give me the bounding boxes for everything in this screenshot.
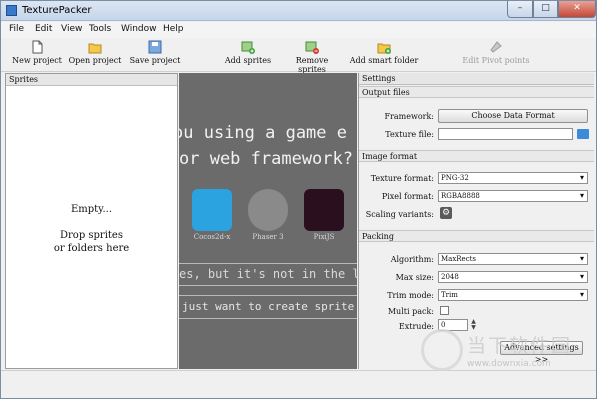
add-smart-folder-label: Add smart folder [349, 56, 419, 65]
edit-pivot-points-button[interactable]: Edit Pivot points [459, 40, 533, 65]
minimize-button[interactable]: – [507, 1, 533, 18]
edit-pivot-points-label: Edit Pivot points [462, 56, 530, 65]
close-button[interactable]: ✕ [558, 1, 596, 18]
texture-file-label: Texture file: [385, 130, 434, 139]
open-project-label: Open project [68, 56, 122, 65]
framework-label: Framework: [384, 112, 435, 121]
choose-data-format-button[interactable]: Choose Data Format [438, 109, 588, 123]
remove-sprites-button[interactable]: Remove sprites [281, 40, 343, 74]
promo-divider-bottom [179, 318, 357, 319]
pivot-points-icon [490, 41, 502, 53]
scaling-variants-label: Scaling variants: [365, 210, 434, 219]
framework-phaser-3-label: Phaser 3 [252, 233, 284, 241]
save-project-icon [148, 40, 162, 54]
menu-tools[interactable]: Tools [89, 24, 111, 34]
add-smart-folder-button[interactable]: Add smart folder [349, 40, 419, 65]
new-project-label: New project [12, 56, 62, 65]
add-smart-folder-icon [377, 43, 391, 54]
settings-panel: Settings Output files Framework: Choose … [358, 73, 594, 369]
output-files-section-title: Output files [359, 86, 594, 98]
multi-pack-label: Multi pack: [387, 307, 434, 316]
texture-format-select[interactable]: PNG-32 [438, 172, 588, 184]
watermark-logo: 当下软件园 www.downxia.com [421, 329, 591, 377]
open-project-button[interactable]: Open project [67, 40, 123, 65]
framework-cocos2d-x[interactable]: Cocos2d-x [191, 189, 233, 241]
save-project-label: Save project [129, 56, 181, 65]
new-project-icon [32, 40, 43, 54]
add-sprites-icon [241, 41, 255, 54]
texturepacker-app-icon [6, 5, 17, 16]
trim-mode-select[interactable]: Trim [438, 289, 588, 301]
watermark-url: www.downxia.com [467, 359, 551, 369]
max-size-select[interactable]: 2048 [438, 271, 588, 283]
window-title: TexturePacker [22, 5, 92, 16]
promo-line-2: or web framework? [179, 149, 353, 169]
menu-file[interactable]: File [9, 24, 24, 34]
cocos2d-x-logo-icon [192, 189, 232, 231]
title-bar: TexturePacker – □ ✕ [1, 1, 596, 21]
add-sprites-label: Add sprites [224, 56, 272, 65]
image-format-section-title: Image format [359, 150, 594, 162]
open-project-icon [88, 43, 102, 54]
framework-phaser-3[interactable]: Phaser 3 [247, 189, 289, 241]
folder-browse-icon[interactable] [577, 129, 589, 139]
promo-line-3: es, but it's not in the lis [179, 267, 357, 281]
promo-divider-middle [179, 285, 357, 286]
add-sprites-button[interactable]: Add sprites [221, 40, 275, 65]
texture-format-label: Texture format: [370, 174, 434, 183]
menu-edit[interactable]: Edit [35, 24, 52, 34]
watermark-circle-icon [421, 329, 463, 371]
menu-view[interactable]: View [61, 24, 82, 34]
phaser-3-logo-icon [248, 189, 288, 231]
toolbar: New project Open project Save project Ad… [1, 38, 596, 74]
remove-sprites-label: Remove sprites [295, 56, 329, 74]
sprites-panel-title: Sprites [6, 74, 177, 86]
maximize-button[interactable]: □ [533, 1, 558, 18]
algorithm-label: Algorithm: [390, 255, 434, 264]
promo-divider-lower [179, 295, 357, 296]
framework-pixijs-label: PixiJS [313, 233, 335, 241]
menu-window[interactable]: Window [121, 24, 157, 34]
promo-line-4: just want to create sprite [182, 300, 355, 313]
settings-title: Settings [359, 73, 594, 85]
gear-icon[interactable]: ⚙ [440, 207, 452, 219]
promo-divider-top [179, 263, 357, 264]
menu-help[interactable]: Help [163, 24, 184, 34]
sprites-panel[interactable]: Sprites Empty... Drop sprites or folders… [5, 73, 178, 369]
framework-cocos2d-x-label: Cocos2d-x [193, 233, 231, 241]
algorithm-select[interactable]: MaxRects [438, 253, 588, 265]
pixel-format-select[interactable]: RGBA8888 [438, 190, 588, 202]
max-size-label: Max size: [395, 273, 434, 282]
drop-hint-line-2: or folders here [53, 243, 130, 254]
welcome-preview-area: ou using a game e or web framework? Coco… [179, 73, 357, 369]
sprites-drop-hint: Drop sprites or folders here [6, 229, 177, 255]
sprites-empty-text: Empty... [70, 204, 113, 215]
remove-sprites-icon [305, 41, 319, 54]
framework-pixijs[interactable]: PixiJS [303, 189, 345, 241]
save-project-button[interactable]: Save project [127, 40, 183, 65]
app-window: TexturePacker – □ ✕ File Edit View Tools… [0, 0, 597, 399]
multi-pack-checkbox[interactable] [440, 306, 449, 315]
promo-line-1: ou using a game e [179, 123, 347, 143]
packing-section-title: Packing [359, 230, 594, 242]
watermark-text: 当下软件园 [467, 335, 573, 357]
texture-file-input[interactable] [438, 128, 573, 140]
pixel-format-label: Pixel format: [381, 192, 434, 201]
trim-mode-label: Trim mode: [387, 291, 434, 300]
drop-hint-line-1: Drop sprites [60, 230, 123, 241]
menu-bar: File Edit View Tools Window Help [1, 22, 596, 38]
new-project-button[interactable]: New project [9, 40, 65, 65]
pixijs-logo-icon [304, 189, 344, 231]
